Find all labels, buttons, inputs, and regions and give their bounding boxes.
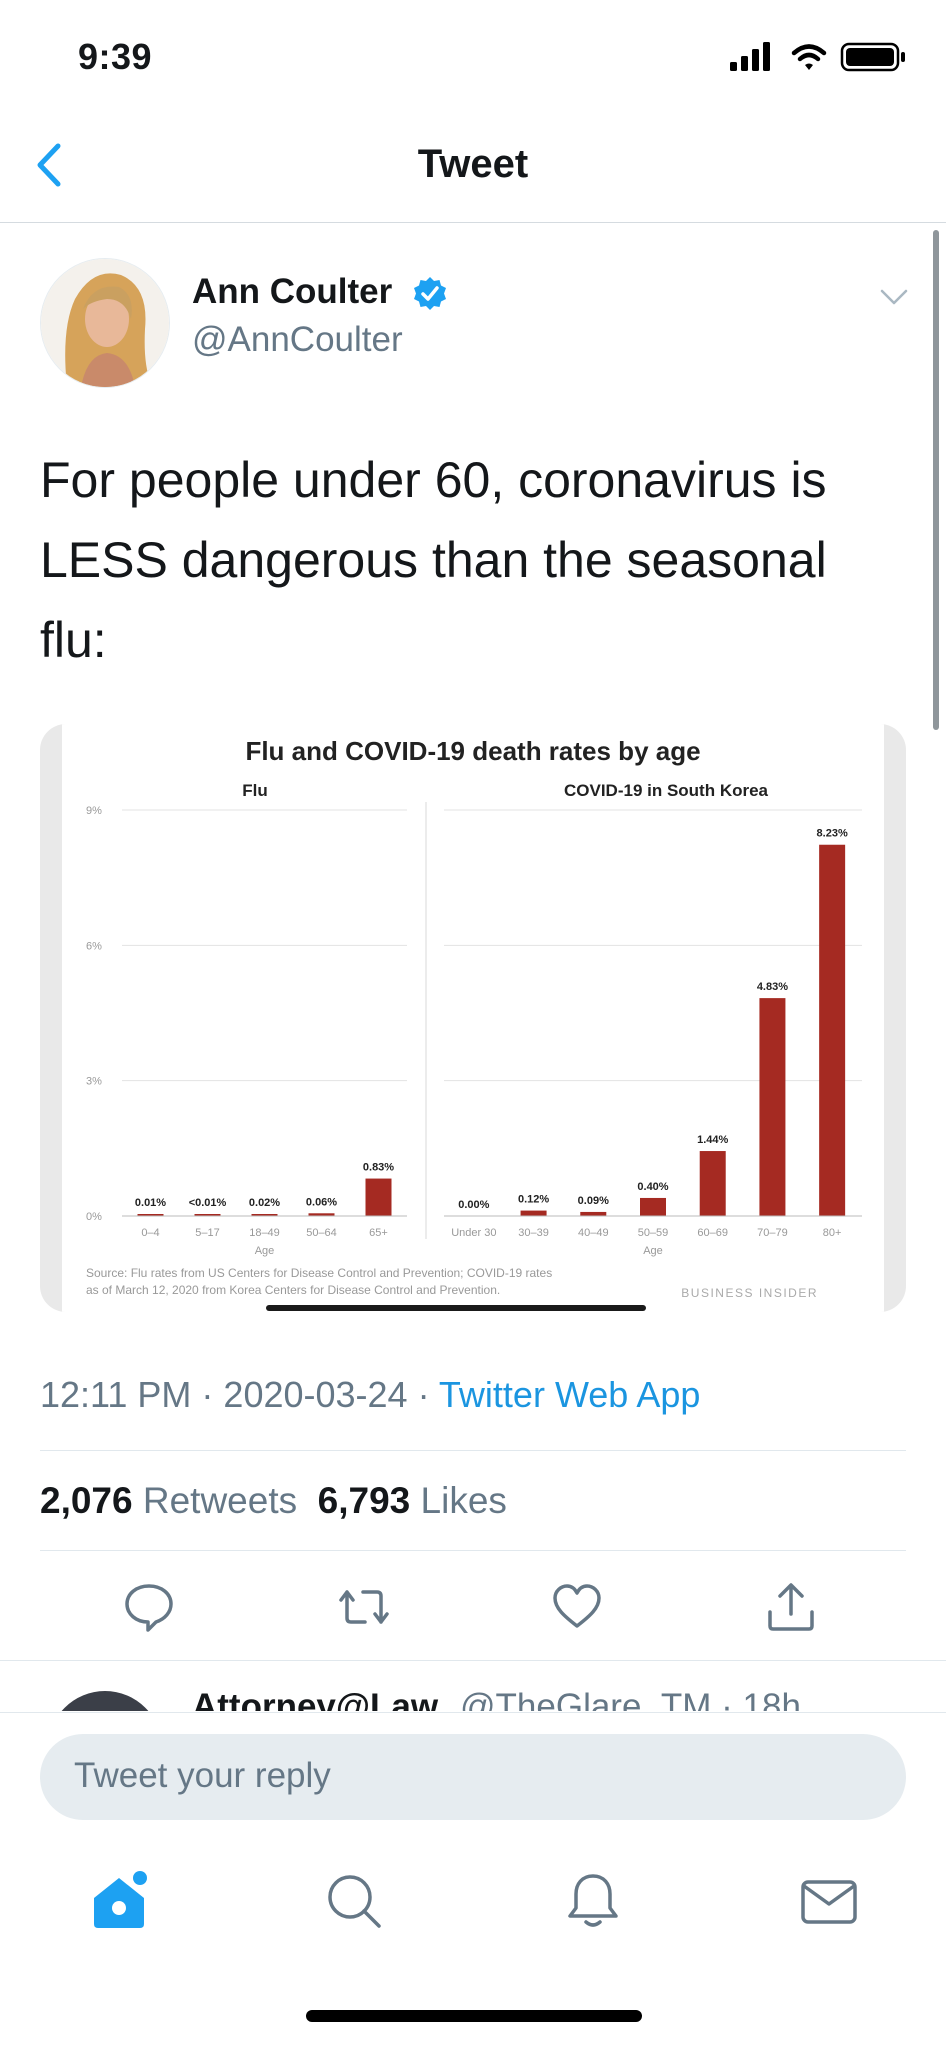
next-reply[interactable]: Attorney@Law @TheGlare_TM · 18h (0, 1661, 946, 1711)
tweet-media[interactable]: Flu and COVID-19 death rates by age Flu … (40, 724, 906, 1312)
bar-value-label: 0.40% (637, 1181, 668, 1193)
x-tick-label: 0–4 (141, 1227, 159, 1239)
divider (40, 1450, 906, 1451)
media-scrubber[interactable] (266, 1305, 646, 1311)
status-icons (730, 42, 905, 72)
avatar[interactable] (48, 1691, 162, 1711)
bar-value-label: 0.02% (249, 1197, 280, 1209)
reply-author-name[interactable]: Attorney@Law (192, 1687, 438, 1711)
chart-title: Flu and COVID-19 death rates by age (245, 736, 700, 766)
status-time: 9:39 (78, 36, 153, 77)
bar-value-label: 0.09% (578, 1195, 609, 1207)
messages-envelope-icon[interactable] (798, 1870, 860, 1932)
heart-icon[interactable] (550, 1580, 604, 1634)
bar-value-label: 0.12% (518, 1194, 549, 1206)
chart-source-line2: as of March 12, 2020 from Korea Centers … (86, 1283, 500, 1297)
x-tick-label: 80+ (823, 1227, 842, 1239)
retweets-label: Retweets (142, 1480, 298, 1521)
retweet-count: 2,076 (40, 1480, 133, 1521)
reply-icon[interactable] (122, 1580, 176, 1634)
chart-bar (759, 998, 786, 1216)
panel-title-flu: Flu (242, 781, 268, 800)
tweet-source[interactable]: Twitter Web App (439, 1374, 700, 1415)
x-tick-label: 50–64 (306, 1227, 337, 1239)
x-tick-label: 18–49 (249, 1227, 280, 1239)
x-tick-label: 30–39 (518, 1227, 549, 1239)
author-name[interactable]: Ann Coulter (192, 272, 392, 312)
chart-bar (520, 1210, 547, 1216)
chart-image: Flu and COVID-19 death rates by age Flu … (62, 724, 884, 1312)
scroll-indicator[interactable] (933, 230, 939, 730)
x-tick-label: 60–69 (697, 1227, 728, 1239)
bar-value-label: 4.83% (757, 981, 788, 993)
nav-divider (0, 222, 946, 223)
chart-bar (640, 1197, 666, 1216)
bar-value-label: 0.06% (306, 1196, 337, 1208)
battery-icon (840, 42, 905, 72)
chart-bar (365, 1178, 392, 1216)
search-icon[interactable] (323, 1870, 385, 1932)
x-tick-label: 70–79 (757, 1227, 788, 1239)
chart-bar (699, 1151, 726, 1216)
tweet-stats: 2,076 Retweets 6,793 Likes (40, 1480, 507, 1522)
bar-value-label: 0.01% (135, 1197, 166, 1209)
reply-placeholder: Tweet your reply (74, 1756, 331, 1795)
divider (40, 1550, 906, 1551)
chart-source-line1: Source: Flu rates from US Centers for Di… (86, 1266, 552, 1280)
notifications-bell-icon[interactable] (562, 1870, 624, 1932)
wifi-icon (791, 44, 827, 70)
chart-brand: BUSINESS INSIDER (681, 1286, 818, 1300)
panel-title-covid: COVID-19 in South Korea (564, 781, 769, 800)
x-tick-label: 40–49 (578, 1227, 609, 1239)
bar-value-label: 1.44% (697, 1134, 728, 1146)
bar-value-label: 0.00% (458, 1199, 489, 1211)
bar-value-label: 0.83% (363, 1162, 394, 1174)
chart: Flu and COVID-19 death rates by age Flu … (86, 736, 862, 1300)
y-tick-label: 0% (86, 1211, 102, 1223)
avatar-image (41, 259, 169, 387)
tweet-meta: 12:11 PM · 2020-03-24 · Twitter Web App (40, 1374, 701, 1415)
x-tick-label: 5–17 (195, 1227, 219, 1239)
home-icon[interactable] (88, 1870, 150, 1932)
chevron-down-icon[interactable] (880, 288, 908, 306)
x-axis-label: Age (643, 1245, 663, 1257)
x-tick-label: Under 30 (451, 1227, 496, 1239)
like-count: 6,793 (317, 1480, 411, 1521)
author-handle[interactable]: @AnnCoulter (192, 320, 403, 360)
bar-value-label: <0.01% (189, 1197, 227, 1209)
x-tick-label: 65+ (369, 1227, 388, 1239)
avatar[interactable] (40, 258, 170, 388)
verified-badge-icon (414, 277, 446, 310)
x-tick-label: 50–59 (638, 1227, 669, 1239)
chart-bar (819, 844, 846, 1216)
tweet-time: 12:11 PM (40, 1374, 192, 1415)
reply-author-meta: @TheGlare_TM · 18h (460, 1687, 801, 1711)
signal-icon (730, 42, 770, 71)
bar-value-label: 8.23% (817, 828, 848, 840)
x-axis-label: Age (255, 1245, 275, 1257)
likes-label: Likes (420, 1480, 507, 1521)
chart-bar (580, 1211, 607, 1216)
y-tick-label: 6% (86, 940, 102, 952)
page-title: Tweet (417, 142, 529, 186)
home-indicator (306, 2010, 642, 2022)
y-tick-label: 9% (86, 805, 102, 817)
tweet-date: 2020-03-24 (223, 1374, 408, 1415)
retweet-icon[interactable] (337, 1580, 391, 1634)
share-icon[interactable] (764, 1580, 818, 1634)
tweet-text: For people under 60, coronavirus is LESS… (40, 452, 827, 668)
y-tick-label: 3% (86, 1076, 102, 1088)
likes-stat[interactable]: 6,793 Likes (318, 1480, 507, 1521)
retweets-stat[interactable]: 2,076 Retweets (40, 1480, 297, 1521)
